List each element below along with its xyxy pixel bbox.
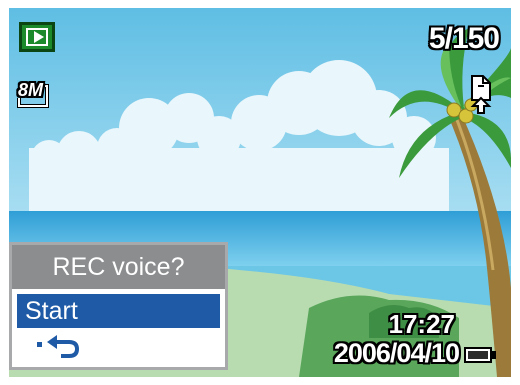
battery-full-icon (463, 346, 497, 364)
rotate-icon (469, 74, 493, 114)
rec-voice-menu: REC voice? Start (9, 242, 228, 370)
menu-item-return[interactable] (17, 332, 220, 364)
image-counter: 5/150 (428, 22, 500, 55)
return-icon (37, 335, 80, 358)
camera-lcd-screen: 5/150 8M 17:27 2006/04/10 REC voice? Sta… (9, 8, 511, 377)
menu-item-start[interactable]: Start (17, 294, 220, 328)
playback-icon (19, 22, 55, 52)
resolution-label: 8M (18, 80, 44, 100)
date-display: 2006/04/10 (333, 338, 460, 368)
time-display: 17:27 (388, 309, 456, 339)
menu-title: REC voice? (12, 245, 225, 289)
resolution-icon: 8M (17, 80, 51, 110)
